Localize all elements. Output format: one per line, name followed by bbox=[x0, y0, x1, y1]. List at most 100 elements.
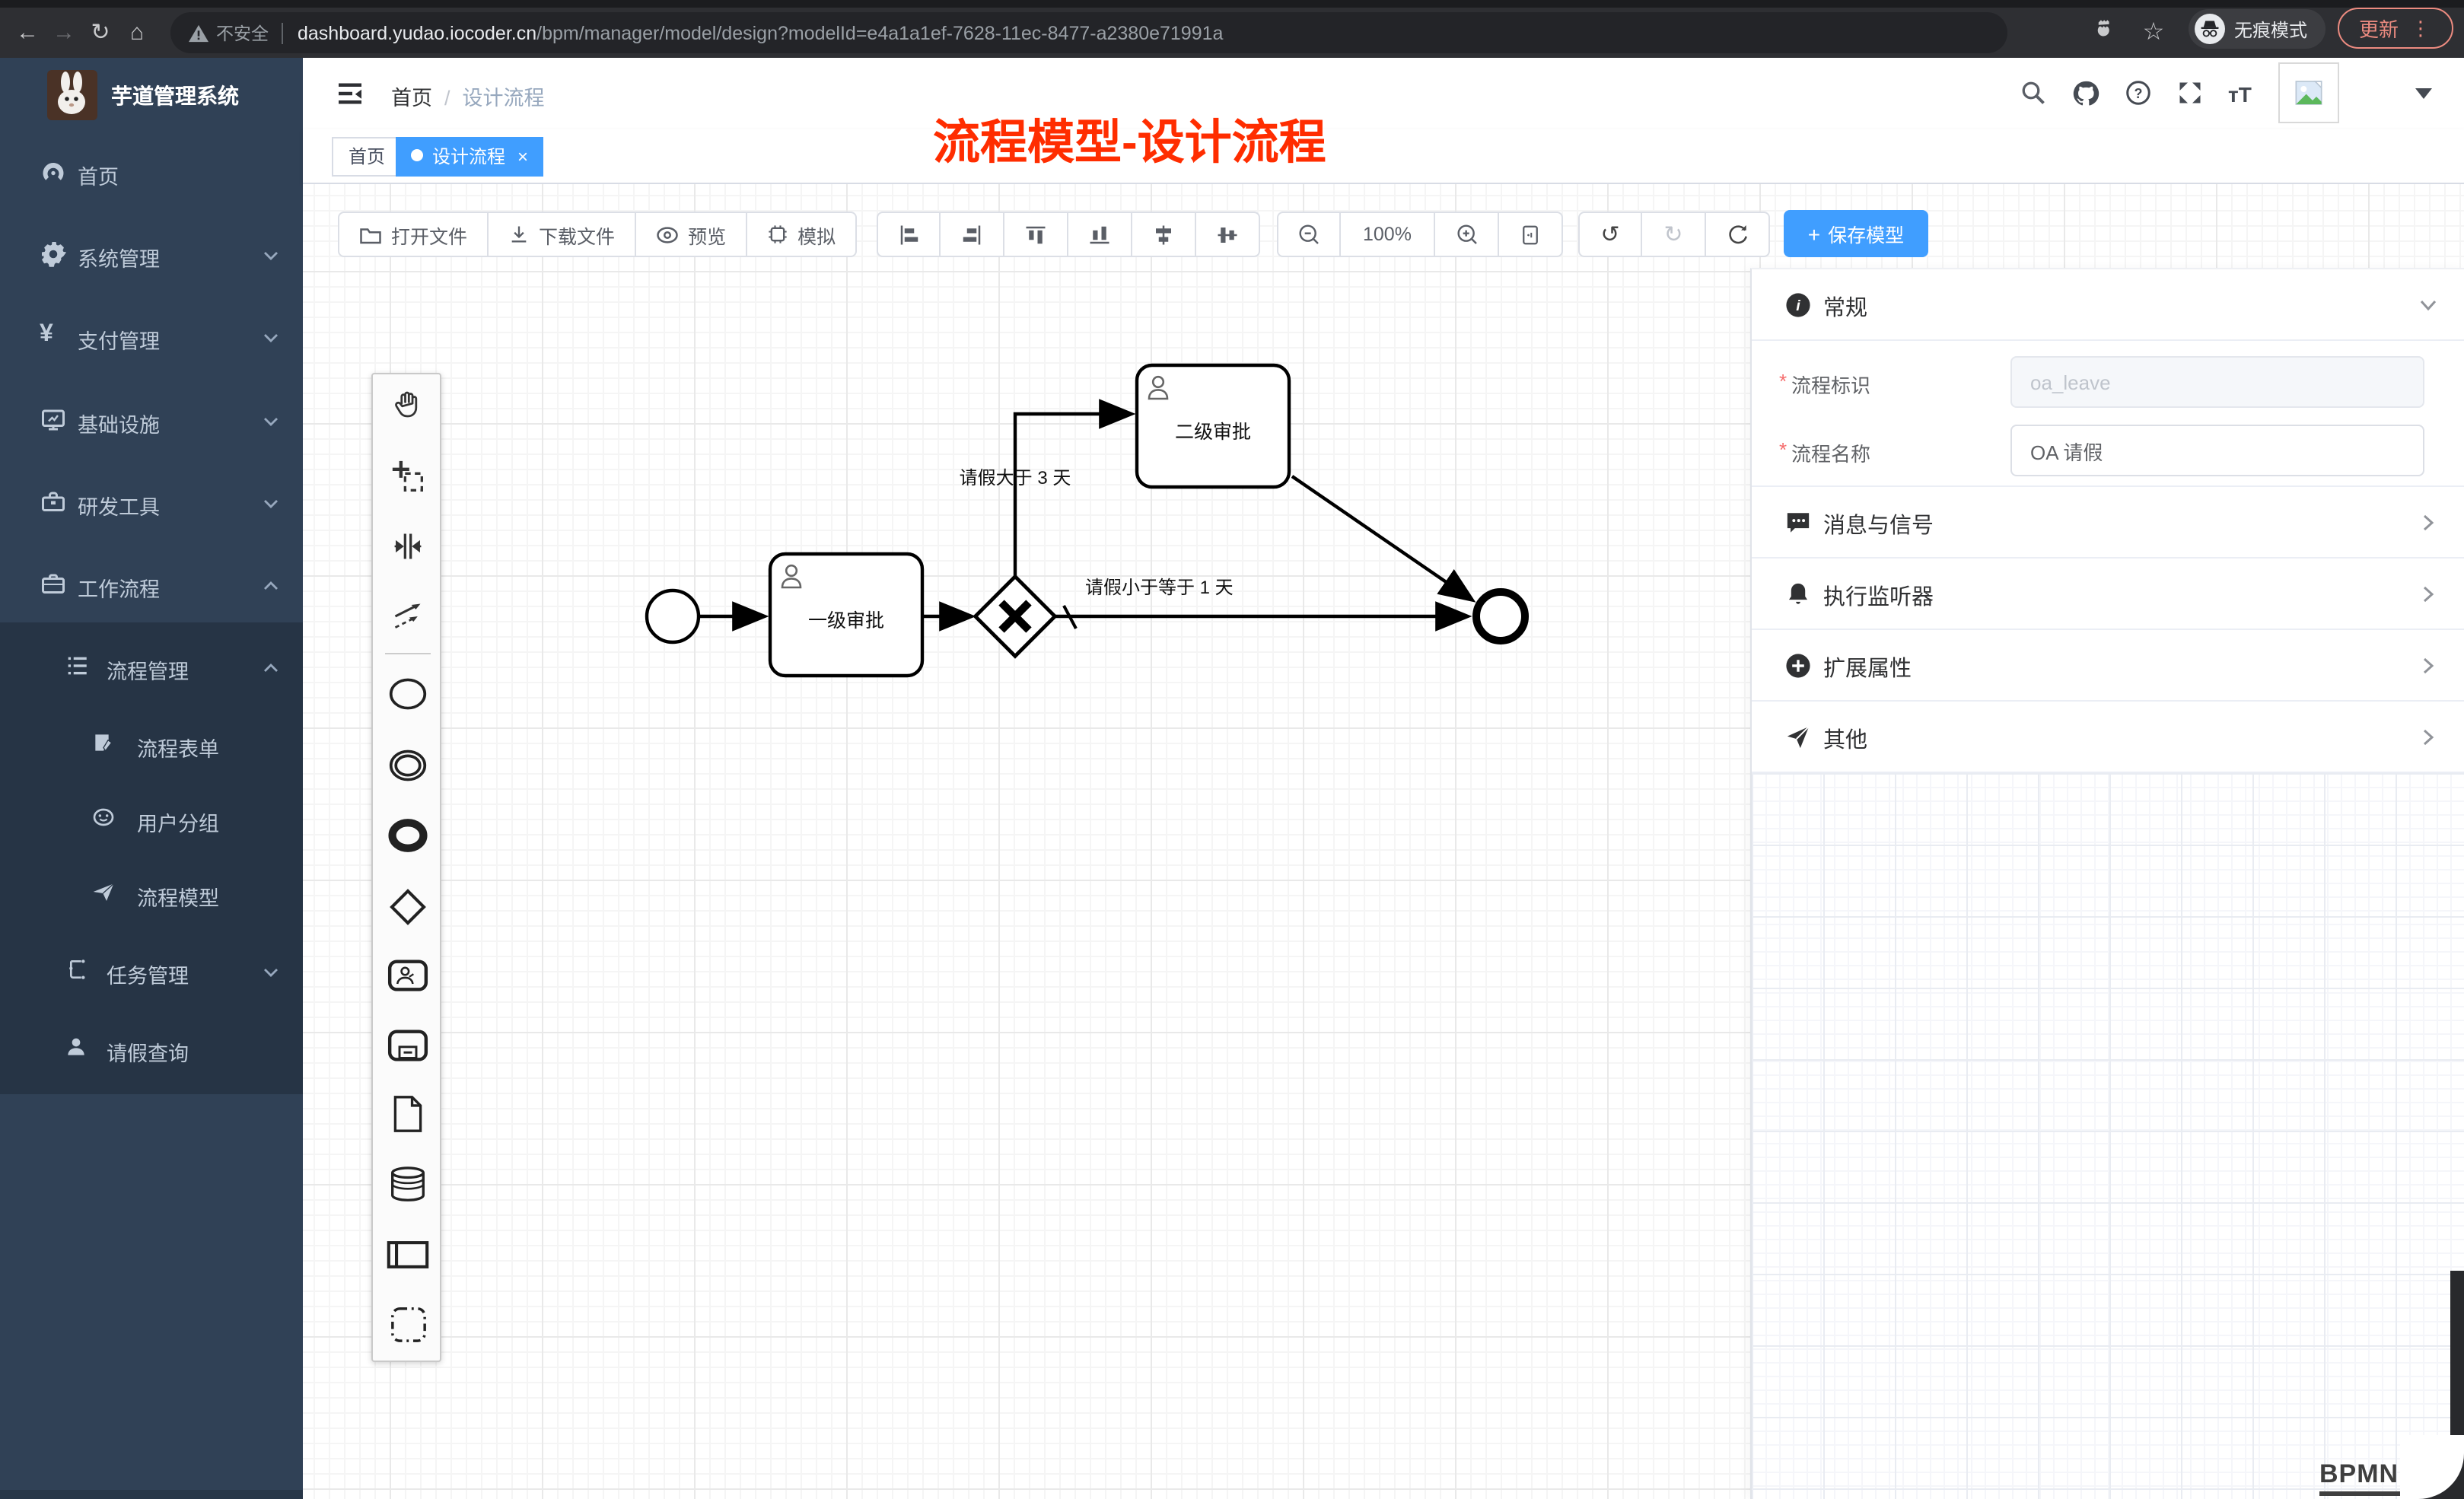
breadcrumb-current: 设计流程 bbox=[463, 87, 545, 110]
sidebar-item-process-model[interactable]: 流程模型 bbox=[0, 855, 303, 931]
simulate-button[interactable]: 模拟 bbox=[747, 212, 857, 257]
sidebar-item-home[interactable]: 首页 bbox=[0, 134, 303, 210]
end-event-node[interactable] bbox=[1476, 592, 1525, 641]
exclusive-gateway-node[interactable] bbox=[976, 577, 1055, 657]
search-icon[interactable] bbox=[2020, 79, 2049, 108]
participant-pool-icon[interactable] bbox=[385, 1231, 431, 1277]
app-logo-row[interactable]: 芋道管理系统 bbox=[0, 58, 303, 134]
warning-icon bbox=[189, 24, 209, 42]
fullscreen-icon[interactable] bbox=[2176, 79, 2205, 108]
bookmark-star-icon[interactable]: ☆ bbox=[2135, 8, 2172, 58]
undo-button[interactable]: ↺ bbox=[1578, 212, 1642, 257]
sidebar-item-leave-query[interactable]: 请假查询 bbox=[0, 1010, 303, 1087]
align-bottom-button[interactable] bbox=[1068, 212, 1132, 257]
sidebar-item-label: 研发工具 bbox=[78, 490, 160, 520]
align-horizontal-center-button[interactable] bbox=[1196, 212, 1260, 257]
sidebar-item-process-form[interactable]: 流程表单 bbox=[0, 706, 303, 782]
start-event-icon[interactable] bbox=[385, 671, 431, 717]
address-bar[interactable]: 不安全 dashboard.yudao.iocoder.cn/bpm/manag… bbox=[170, 12, 2007, 53]
section-message-signal[interactable]: 消息与信号 bbox=[1752, 487, 2464, 559]
breadcrumb-home[interactable]: 首页 bbox=[391, 87, 432, 110]
data-object-icon[interactable] bbox=[385, 1091, 431, 1137]
end-event-icon[interactable] bbox=[385, 813, 431, 858]
section-extension-attrs[interactable]: 扩展属性 bbox=[1752, 630, 2464, 702]
space-tool-icon[interactable] bbox=[385, 524, 431, 569]
sidebar-item-user-group[interactable]: 用户分组 bbox=[0, 781, 303, 857]
font-size-icon[interactable]: тT bbox=[2228, 82, 2257, 111]
exclusive-gateway-icon[interactable] bbox=[385, 884, 431, 930]
align-top-button[interactable] bbox=[1004, 212, 1068, 257]
key-icon[interactable] bbox=[2088, 15, 2115, 43]
browser-home-icon[interactable]: ⌂ bbox=[119, 8, 155, 58]
sidebar-item-devtools[interactable]: 研发工具 bbox=[0, 464, 303, 540]
browser-menu-icon[interactable]: ⋮ bbox=[2411, 21, 2431, 36]
sidebar-item-process-mgmt[interactable]: 流程管理 bbox=[0, 629, 303, 705]
flow-task2-to-end[interactable] bbox=[1292, 476, 1472, 600]
user-group-icon bbox=[91, 805, 119, 832]
github-icon[interactable] bbox=[2071, 79, 2100, 108]
redo-button[interactable]: ↻ bbox=[1642, 212, 1706, 257]
sidebar-item-system[interactable]: 系统管理 bbox=[0, 216, 303, 292]
tab-design[interactable]: 设计流程 × bbox=[396, 137, 543, 177]
toolbox-icon bbox=[40, 489, 67, 516]
save-model-button[interactable]: + 保存模型 bbox=[1784, 210, 1928, 257]
lasso-tool-icon[interactable] bbox=[385, 454, 431, 499]
help-icon[interactable]: ? bbox=[2125, 79, 2154, 108]
tab-label: 设计流程 bbox=[432, 146, 505, 167]
app-title: 芋道管理系统 bbox=[111, 81, 239, 111]
bell-icon bbox=[1785, 581, 1811, 607]
browser-update-button[interactable]: 更新 ⋮ bbox=[2338, 8, 2453, 49]
close-icon[interactable]: × bbox=[517, 146, 528, 167]
active-dot-icon bbox=[411, 149, 423, 161]
process-key-input[interactable] bbox=[2010, 356, 2424, 408]
group-icon[interactable] bbox=[385, 1301, 431, 1347]
breadcrumb-separator: / bbox=[444, 87, 450, 110]
align-vertical-center-button[interactable] bbox=[1132, 212, 1196, 257]
security-chip[interactable]: 不安全 bbox=[189, 21, 269, 45]
sidebar-collapse-icon[interactable] bbox=[336, 81, 364, 107]
intermediate-event-icon[interactable] bbox=[385, 743, 431, 788]
sidebar-item-infra[interactable]: 基础设施 bbox=[0, 382, 303, 458]
browser-reload-icon[interactable]: ↻ bbox=[82, 8, 119, 58]
breadcrumb: 首页 / 设计流程 bbox=[391, 81, 545, 113]
global-connect-tool-icon[interactable] bbox=[385, 594, 431, 639]
sidebar-item-label: 系统管理 bbox=[78, 242, 160, 272]
restart-button[interactable] bbox=[1706, 212, 1770, 257]
sidebar-item-label: 基础设施 bbox=[78, 408, 160, 438]
download-file-button[interactable]: 下载文件 bbox=[489, 212, 636, 257]
monitor-icon bbox=[40, 406, 67, 434]
section-general[interactable]: i 常规 bbox=[1752, 269, 2464, 341]
zoom-in-button[interactable] bbox=[1435, 212, 1499, 257]
tab-home[interactable]: 首页 bbox=[332, 137, 402, 177]
sub-process-icon[interactable] bbox=[385, 1023, 431, 1068]
start-event-node[interactable] bbox=[647, 590, 699, 642]
url-path: /bpm/manager/model/design?modelId=e4a1a1… bbox=[536, 22, 1223, 43]
section-execution-listener[interactable]: 执行监听器 bbox=[1752, 559, 2464, 630]
hand-tool-icon[interactable] bbox=[385, 382, 431, 428]
user-task-icon[interactable] bbox=[385, 953, 431, 998]
sidebar-item-workflow[interactable]: 工作流程 bbox=[0, 546, 303, 622]
chevron-right-icon bbox=[2418, 584, 2438, 604]
align-toolbar-group bbox=[877, 212, 1260, 257]
zoom-out-button[interactable] bbox=[1277, 212, 1341, 257]
section-other[interactable]: 其他 bbox=[1752, 702, 2464, 773]
align-left-button[interactable] bbox=[877, 212, 941, 257]
zoom-reset-button[interactable] bbox=[1499, 212, 1563, 257]
panel-grid-background bbox=[1752, 773, 2464, 1499]
browser-back-icon[interactable]: ← bbox=[9, 8, 46, 58]
avatar[interactable] bbox=[2278, 62, 2339, 123]
sidebar-item-payment[interactable]: ¥ 支付管理 bbox=[0, 298, 303, 374]
update-label: 更新 bbox=[2359, 14, 2399, 43]
preview-button[interactable]: 预览 bbox=[636, 212, 747, 257]
open-file-button[interactable]: 打开文件 bbox=[338, 212, 489, 257]
caret-down-icon[interactable] bbox=[2415, 88, 2432, 100]
flow-gateway-to-task2[interactable] bbox=[1015, 414, 1131, 577]
data-store-icon[interactable] bbox=[385, 1161, 431, 1207]
sidebar-item-task-mgmt[interactable]: 任务管理 bbox=[0, 933, 303, 1009]
zoom-level[interactable]: 100% bbox=[1341, 212, 1435, 257]
process-name-input[interactable] bbox=[2010, 425, 2424, 476]
url-domain: dashboard.yudao.iocoder.cn bbox=[298, 22, 536, 43]
zoom-toolbar-group: 100% bbox=[1277, 212, 1563, 257]
align-right-button[interactable] bbox=[941, 212, 1004, 257]
browser-forward-icon[interactable]: → bbox=[46, 8, 82, 58]
